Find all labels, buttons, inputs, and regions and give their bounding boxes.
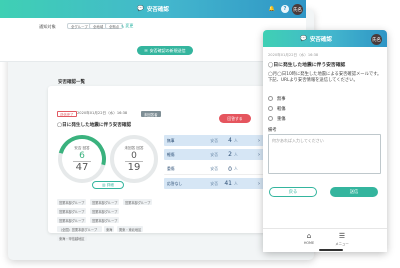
group-tag: 東海・甲信越地区 <box>57 235 87 241</box>
radio-icon <box>268 116 273 121</box>
option-safe[interactable]: 無事 <box>268 95 378 102</box>
group-tag: 営業本部グループ <box>123 199 153 205</box>
stat-unit: 安否 <box>210 166 218 171</box>
nav-menu-label: メニュー <box>335 242 349 246</box>
stat-name: 応答なし <box>167 180 183 186</box>
stat-unit: 安否 <box>210 137 218 143</box>
nav-home-label: HOME <box>303 241 315 245</box>
mobile-date: 2020年01月22日（水）16:38 <box>268 53 319 57</box>
option-label: 無事 <box>277 96 286 102</box>
app-title: 安否確認 <box>146 7 169 13</box>
send-button[interactable]: 送信 <box>330 187 378 197</box>
stat-unit: 安否 <box>210 151 218 157</box>
menu-icon: ☰ <box>338 232 346 240</box>
card-subject: ◯日に発生した地震に伴う安否確認 <box>57 123 132 128</box>
avatar[interactable]: 氏名 <box>292 4 303 15</box>
new-send-label: 安否確認の新規送信 <box>149 47 186 53</box>
option-serious[interactable]: 重傷 <box>268 115 378 122</box>
stat-row-minor[interactable]: 軽傷 安否 2 人 › <box>164 149 264 160</box>
chevron-right-icon: › <box>258 180 260 187</box>
stat-name: 重傷 <box>167 166 175 171</box>
stat-people: 人 <box>234 180 238 186</box>
group-tag: 営業本部グループ <box>90 208 120 214</box>
answered-total: 47 <box>75 162 89 173</box>
radio-icon <box>268 96 273 101</box>
new-send-button[interactable]: ✉ 安否確認の新規送信 <box>137 46 193 55</box>
remarks-textarea[interactable]: 何かあれば入力してください <box>268 134 381 174</box>
send-icon: ✉ <box>144 48 148 53</box>
help-icon[interactable]: ? <box>281 5 289 13</box>
stat-value: 41 <box>224 180 232 187</box>
answered-count: 6 <box>79 151 85 161</box>
home-icon: ⌂ <box>306 232 312 240</box>
desktop-header-title: 💬 安否確認 <box>0 0 306 18</box>
bell-icon[interactable]: 🔔 <box>268 5 276 13</box>
stat-people: 人 <box>234 166 238 171</box>
group-tag: 営業本部グループ <box>57 217 87 223</box>
mobile-body: ◯月◯日10時に発生した地震による安否確認メールです。下記、URLより安否情報を… <box>268 72 382 84</box>
sent-date: 2020年01月22日（水）16:38 <box>77 111 128 115</box>
option-label: 軽傷 <box>277 106 286 112</box>
stat-value: 2 <box>228 151 232 158</box>
group-tag: （全国）営業本部グループ <box>57 226 102 232</box>
nav-menu[interactable]: ☰ メニュー <box>327 232 357 247</box>
edit-label: 変更 <box>125 23 134 28</box>
stat-row-no-answer[interactable]: 応答なし 安否 41 人 › <box>164 178 264 189</box>
chevron-right-icon: › <box>258 151 260 158</box>
stat-people: 人 <box>234 151 238 157</box>
stat-row-safe[interactable]: 無事 安否 4 人 › <box>164 135 264 146</box>
status-badge: 送信完了 <box>57 111 77 117</box>
chat-icon: 💬 <box>300 35 307 42</box>
filter-label: 通知対象 <box>39 24 56 29</box>
chevron-right-icon: › <box>258 137 260 144</box>
home-indicator <box>319 249 343 251</box>
group-tag: 東海 <box>104 226 115 232</box>
remarks-label: 備考 <box>268 128 277 133</box>
stat-name: 無事 <box>167 137 175 143</box>
group-tag: 営業本部グループ <box>90 217 120 223</box>
back-button[interactable]: 戻る <box>269 187 317 197</box>
pencil-icon: ✎ <box>121 23 125 29</box>
group-tag: 関東・東北地区 <box>117 226 144 232</box>
avatar[interactable]: 氏名 <box>371 34 382 45</box>
answer-button[interactable]: 回答する <box>219 114 251 123</box>
unanswered-count: 0 <box>131 151 137 161</box>
unanswered-badge: 未回答者 <box>141 111 161 117</box>
stat-value: 4 <box>228 137 232 144</box>
chat-icon: 💬 <box>137 6 144 12</box>
edit-link[interactable]: ✎ 変更 <box>121 23 133 29</box>
mobile-app-title: 安否確認 <box>309 36 332 43</box>
group-tag: 営業本部グループ <box>57 199 87 205</box>
chart-icon: ▥ <box>102 183 106 187</box>
unanswered-total: 19 <box>127 162 141 173</box>
option-minor[interactable]: 軽傷 <box>268 105 378 112</box>
stat-name: 軽傷 <box>167 151 175 157</box>
stat-value: 0 <box>228 165 232 173</box>
mobile-subject: ◯日に発生した地震に伴う安否確認 <box>268 63 346 68</box>
stat-row-serious: 重傷 安否 0 人 <box>164 164 264 175</box>
detail-label: 詳細 <box>106 182 114 187</box>
stat-unit: 安否 <box>210 180 218 186</box>
radio-icon <box>268 106 273 111</box>
nav-home[interactable]: ⌂ HOME <box>294 232 324 246</box>
option-label: 重傷 <box>277 116 286 122</box>
mobile-header-title: 💬 安否確認 <box>263 30 369 47</box>
detail-button[interactable]: ▥ 詳細 <box>92 181 124 189</box>
stat-people: 人 <box>234 137 238 143</box>
group-tag: 営業本部グループ <box>90 199 120 205</box>
group-tag: 営業本部グループ <box>57 208 87 214</box>
list-title: 安否確認一覧 <box>58 80 85 85</box>
